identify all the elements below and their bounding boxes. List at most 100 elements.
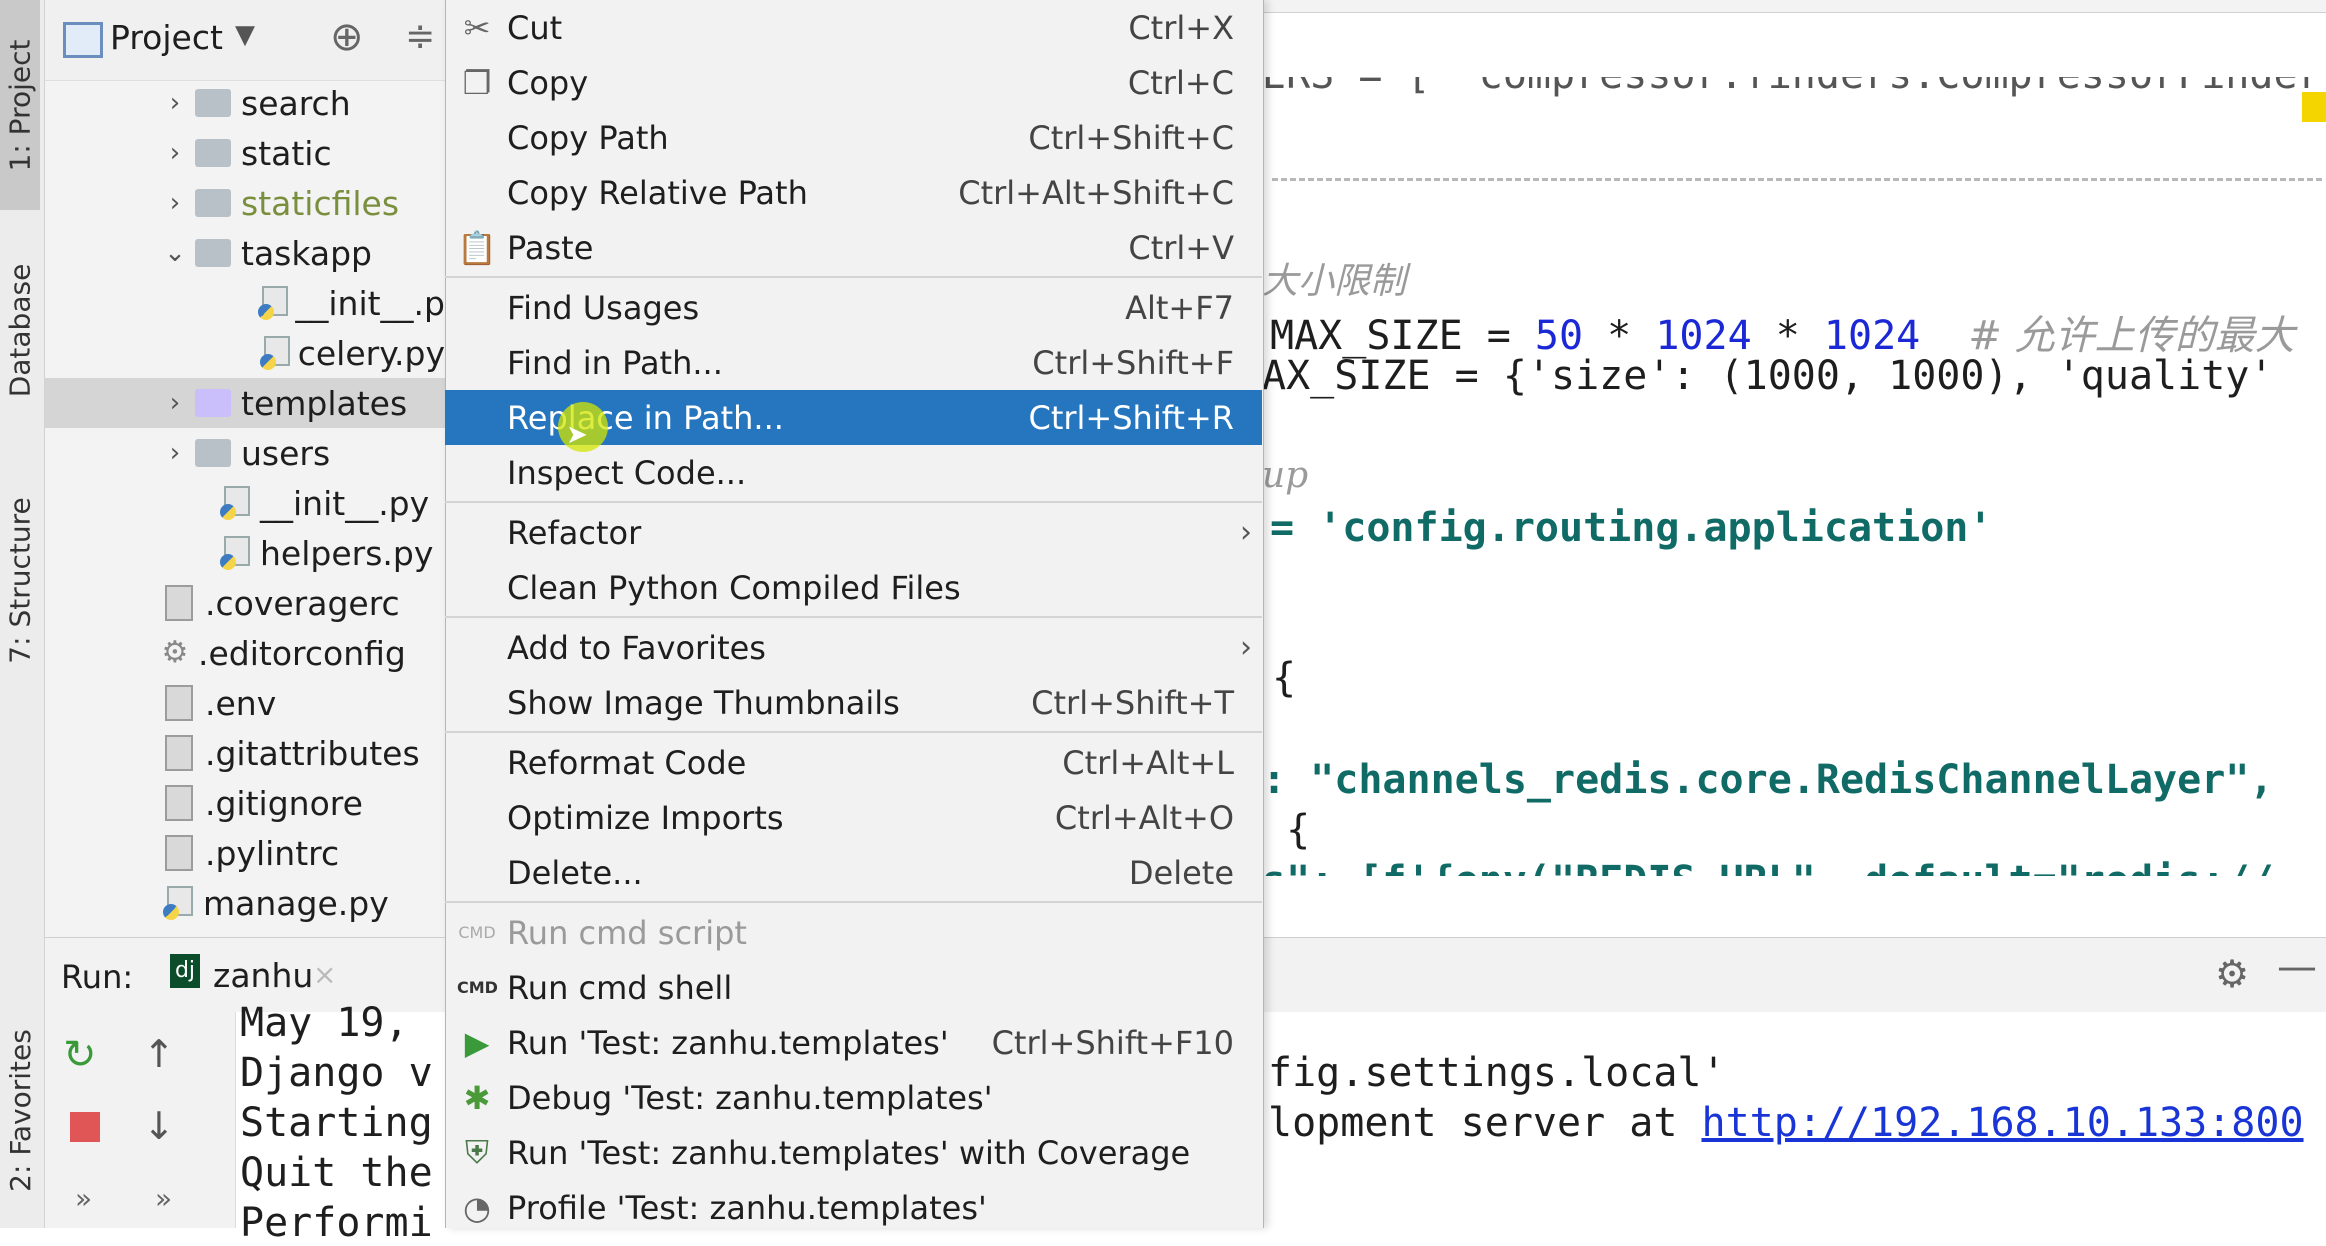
profile-icon: ◔ [463,1188,491,1227]
code-line-redis-hosts: s": [f'{env("REDIS_URL", default="redis:… [1262,858,2274,904]
menu-item-profile-test[interactable]: ◔ Profile 'Test: zanhu.templates' [445,1180,1262,1235]
tree-item-init[interactable]: __init__.py [45,478,445,528]
tree-item-gitignore[interactable]: .gitignore [45,778,445,828]
menu-item-run-coverage[interactable]: ⛨ Run 'Test: zanhu.templates' with Covera… [445,1125,1262,1180]
console-line: May 19, [240,1000,433,1046]
menu-item-debug-test[interactable]: ✱ Debug 'Test: zanhu.templates' [445,1070,1262,1125]
structure-tool-tab[interactable]: 7: Structure [0,470,40,690]
menu-item-run-test[interactable]: ▶ Run 'Test: zanhu.templates' Ctrl+Shift+F… [445,1015,1262,1070]
more-actions-icon[interactable]: » [75,1182,92,1215]
python-file-icon [259,336,290,370]
gear-icon[interactable]: ⚙ [2215,952,2249,996]
tree-item-manage[interactable]: manage.py [45,878,445,928]
run-tab-zanhu[interactable]: zanhu [213,956,313,995]
django-icon: dj [170,954,200,988]
tree-item-helpers[interactable]: helpers.py [45,528,445,578]
database-tool-tab[interactable]: Database [0,230,40,430]
chevron-right-icon[interactable]: › [155,188,195,218]
editor-tab-strip [1262,0,2326,13]
project-view-selector[interactable]: Project [110,18,223,57]
tree-item-static[interactable]: › static [45,128,445,178]
text-file-icon [165,835,193,871]
more-actions-icon[interactable]: » [155,1182,172,1215]
menu-item-delete[interactable]: Delete... Delete [445,845,1262,900]
console-line: Django v [240,1050,433,1096]
menu-item-cut[interactable]: ✂ Cut Ctrl+X [445,0,1262,55]
menu-item-copy-path[interactable]: Copy Path Ctrl+Shift+C [445,110,1262,165]
folder-icon [195,89,231,117]
code-line-staticfiles-finders: ERS = [ 'compressor.finders.CompressorFi… [1262,52,2326,98]
chevron-right-icon: › [1240,630,1252,665]
menu-item-copy-relative-path[interactable]: Copy Relative Path Ctrl+Alt+Shift+C [445,165,1262,220]
cmd-icon: CMD [458,923,496,942]
menu-item-run-cmd-script: CMD Run cmd script [458,913,747,952]
code-line-brace: { [1272,655,1297,701]
copy-icon: ❐ [462,63,492,102]
tree-item-editorconfig[interactable]: ⚙ .editorconfig [45,628,445,678]
tree-item-staticfiles[interactable]: › staticfiles [45,178,445,228]
menu-separator [445,616,1262,618]
tree-item-taskapp-init[interactable]: __init__.p [45,278,445,328]
folder-icon [195,239,231,267]
close-icon[interactable]: × [313,958,336,991]
bug-icon: ✱ [463,1078,491,1117]
menu-item-copy[interactable]: ❐ Copy Ctrl+C [445,55,1262,110]
collapse-all-icon[interactable]: ≑ [405,16,435,57]
menu-separator [445,276,1262,278]
python-file-icon [257,286,288,320]
chevron-right-icon[interactable]: › [155,388,195,418]
menu-item-find-usages[interactable]: Find Usages Alt+F7 [445,280,1262,335]
menu-item-inspect-code[interactable]: Inspect Code... [445,445,1262,500]
menu-separator [445,901,1262,903]
code-separator [1272,178,2322,181]
coverage-icon: ⛨ [464,1133,489,1171]
tree-item-coveragerc[interactable]: .coveragerc [45,578,445,628]
tool-window-strip: 1: Project Database 7: Structure 2: Favo… [0,0,45,1228]
folder-icon [195,189,231,217]
menu-item-clean-python[interactable]: Clean Python Compiled Files [445,560,1262,615]
chevron-down-icon[interactable]: ⌄ [155,238,195,268]
menu-item-run-cmd-shell[interactable]: CMD Run cmd shell [445,960,1262,1015]
menu-item-find-in-path[interactable]: Find in Path... Ctrl+Shift+F [445,335,1262,390]
tree-item-env[interactable]: .env [45,678,445,728]
menu-item-optimize-imports[interactable]: Optimize Imports Ctrl+Alt+O [445,790,1262,845]
server-url-link[interactable]: http://192.168.10.133:800 [1701,1100,2303,1146]
python-file-icon [163,886,193,920]
code-line-max-size-b: AX_SIZE = {'size': (1000, 1000), 'qualit… [1262,353,2274,399]
menu-item-paste[interactable]: 📋 Paste Ctrl+V [445,220,1262,275]
scroll-down-icon[interactable]: ↓ [143,1104,175,1148]
favorites-tool-tab[interactable]: 2: Favorites [0,1000,40,1220]
tree-item-gitattributes[interactable]: .gitattributes [45,728,445,778]
chevron-right-icon[interactable]: › [155,138,195,168]
rerun-icon[interactable]: ↻ [63,1032,97,1078]
menu-item-add-to-favorites[interactable]: Add to Favorites › [445,620,1262,675]
tree-item-celery[interactable]: celery.py [45,328,445,378]
text-file-icon [165,685,193,721]
tree-item-taskapp[interactable]: ⌄ taskapp [45,228,445,278]
tree-item-templates[interactable]: › templates [45,378,445,428]
console-line: Performi [240,1200,433,1246]
chevron-right-icon[interactable]: › [155,438,195,468]
warning-marker[interactable] [2302,92,2326,122]
python-file-icon [220,536,250,570]
chevron-right-icon[interactable]: › [155,88,195,118]
chevron-down-icon[interactable]: ▼ [235,20,255,50]
code-comment-setup: up [1262,455,1309,496]
scroll-up-icon[interactable]: ↑ [143,1032,175,1076]
run-label: Run: [61,958,134,996]
tree-item-search[interactable]: › search [45,78,445,128]
menu-item-refactor[interactable]: Refactor › [445,505,1262,560]
code-editor[interactable]: ERS = [ 'compressor.finders.CompressorFi… [1262,0,2326,937]
menu-item-reformat-code[interactable]: Reformat Code Ctrl+Alt+L [445,735,1262,790]
locate-icon[interactable]: ⊕ [330,14,364,60]
tree-item-pylintrc[interactable]: .pylintrc [45,828,445,878]
minimize-icon[interactable]: — [2277,944,2317,990]
run-toolbar: ↻ ↑ ↓ » » [45,1012,236,1228]
chevron-right-icon: › [1240,515,1252,550]
menu-separator [445,501,1262,503]
run-icon: ▶ [464,1023,490,1062]
project-tool-tab[interactable]: 1: Project [0,0,40,210]
stop-icon[interactable] [70,1112,100,1142]
menu-item-show-thumbnails[interactable]: Show Image Thumbnails Ctrl+Shift+T [445,675,1262,730]
tree-item-users[interactable]: › users [45,428,445,478]
